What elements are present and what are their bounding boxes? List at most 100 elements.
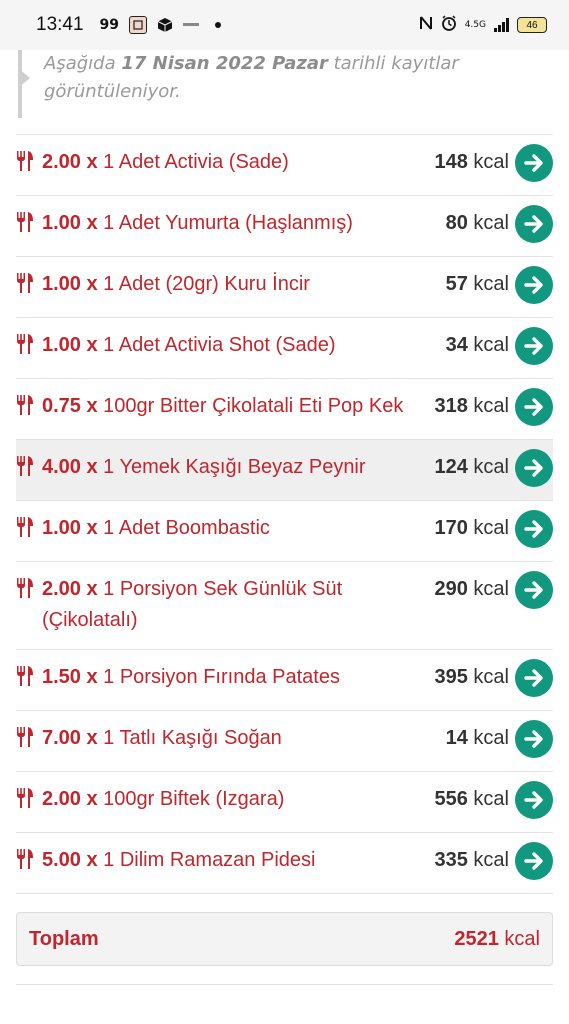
food-entry-row[interactable]: 1.00 x 1 Adet Yumurta (Haşlanmış) 80 kca… [16,196,553,257]
fork-knife-icon [16,513,42,542]
battery-icon: 46 [517,17,547,33]
arrow-right-icon[interactable] [515,205,553,243]
kcal-unit: kcal [467,578,509,600]
battery-level: 46 [526,19,538,31]
arrow-right-icon[interactable] [515,449,553,487]
food-kcal: 57 kcal [446,269,515,300]
food-entry-list: 2.00 x 1 Adet Activia (Sade) 148 kcal 1.… [16,134,553,894]
fork-knife-icon [16,452,42,481]
kcal-number: 335 [434,849,468,871]
kcal-number: 148 [434,151,468,173]
food-name: 1 Adet Yumurta (Haşlanmış) [97,212,353,234]
food-name: 100gr Biftek (Izgara) [97,788,285,810]
food-kcal: 124 kcal [435,452,516,483]
food-description: 7.00 x 1 Tatlı Kaşığı Soğan [42,723,446,754]
arrow-right-icon[interactable] [515,388,553,426]
status-bar: 13:41 99 4.5G 46 [0,0,569,50]
kcal-number: 290 [434,578,468,600]
kcal-unit: kcal [467,334,509,356]
food-entry-row[interactable]: 1.00 x 1 Adet Activia Shot (Sade) 34 kca… [16,318,553,379]
food-description: 2.00 x 100gr Biftek (Izgara) [42,784,435,815]
food-kcal: 290 kcal [435,574,516,605]
kcal-unit: kcal [467,517,509,539]
arrow-right-icon[interactable] [515,781,553,819]
kcal-number: 124 [434,456,468,478]
food-kcal: 80 kcal [446,208,515,239]
food-kcal: 395 kcal [435,662,516,693]
food-entry-row[interactable]: 2.00 x 1 Porsiyon Sek Günlük Süt (Çikola… [16,562,553,650]
fork-knife-icon [16,784,42,813]
food-entry-row[interactable]: 0.75 x 100gr Bitter Çikolatali Eti Pop K… [16,379,553,440]
fork-knife-icon [16,147,42,176]
food-entry-row[interactable]: 1.50 x 1 Porsiyon Fırında Patates 395 kc… [16,650,553,711]
food-description: 2.00 x 1 Porsiyon Sek Günlük Süt (Çikola… [42,574,435,636]
nfc-icon [419,15,433,35]
kcal-number: 318 [434,395,468,417]
food-entry-row[interactable]: 5.00 x 1 Dilim Ramazan Pidesi 335 kcal [16,833,553,894]
kcal-unit: kcal [467,788,509,810]
food-entry-row[interactable]: 1.00 x 1 Adet (20gr) Kuru İncir 57 kcal [16,257,553,318]
food-quantity: 5.00 x [42,849,98,871]
kcal-unit: kcal [467,727,509,749]
fork-knife-icon [16,269,42,298]
total-row: Toplam 2521 kcal [16,912,553,966]
network-type-label: 4.5G [464,20,486,30]
arrow-right-icon[interactable] [515,327,553,365]
cube-icon [157,17,173,33]
notice-date: 17 Nisan 2022 Pazar [121,53,328,74]
kcal-number: 14 [445,727,468,749]
date-notice: Aşağıda 17 Nisan 2022 Pazar tarihli kayı… [18,50,553,118]
arrow-right-icon[interactable] [515,266,553,304]
food-kcal: 556 kcal [435,784,516,815]
app-99-icon: 99 [99,17,120,33]
fork-knife-icon [16,330,42,359]
food-name: 1 Yemek Kaşığı Beyaz Peynir [97,456,366,478]
alarm-icon [441,15,457,35]
arrow-right-icon[interactable] [515,659,553,697]
food-kcal: 148 kcal [435,147,516,178]
kcal-number: 556 [434,788,468,810]
fork-knife-icon [16,662,42,691]
food-description: 1.00 x 1 Adet Boombastic [42,513,435,544]
notice-prefix: Aşağıda [44,53,122,74]
fork-knife-icon [16,574,42,603]
arrow-right-icon[interactable] [515,571,553,609]
food-entry-row[interactable]: 7.00 x 1 Tatlı Kaşığı Soğan 14 kcal [16,711,553,772]
food-quantity: 1.50 x [42,666,98,688]
notice-arrow-icon [18,68,30,88]
food-entry-row[interactable]: 2.00 x 100gr Biftek (Izgara) 556 kcal [16,772,553,833]
food-kcal: 170 kcal [435,513,516,544]
food-description: 5.00 x 1 Dilim Ramazan Pidesi [42,845,435,876]
food-description: 0.75 x 100gr Bitter Çikolatali Eti Pop K… [42,391,435,422]
food-entry-row[interactable]: 4.00 x 1 Yemek Kaşığı Beyaz Peynir 124 k… [16,440,553,501]
arrow-right-icon[interactable] [515,144,553,182]
food-kcal: 335 kcal [435,845,516,876]
food-description: 1.00 x 1 Adet (20gr) Kuru İncir [42,269,446,300]
kcal-number: 80 [445,212,468,234]
more-notifications-dot-icon [215,22,222,28]
food-quantity: 2.00 x [42,788,98,810]
kcal-unit: kcal [467,273,509,295]
kcal-unit: kcal [467,395,509,417]
food-name: 1 Adet Boombastic [97,517,270,539]
food-entry-row[interactable]: 2.00 x 1 Adet Activia (Sade) 148 kcal [16,135,553,196]
kcal-number: 395 [434,666,468,688]
food-description: 4.00 x 1 Yemek Kaşığı Beyaz Peynir [42,452,435,483]
food-name: 1 Adet (20gr) Kuru İncir [97,273,310,295]
kcal-unit: kcal [467,849,509,871]
kcal-number: 170 [434,517,468,539]
arrow-right-icon[interactable] [515,510,553,548]
kcal-number: 34 [445,334,468,356]
food-quantity: 1.00 x [42,517,98,539]
kcal-unit: kcal [467,666,509,688]
arrow-right-icon[interactable] [515,842,553,880]
total-kcal-unit: kcal [498,927,540,950]
arrow-right-icon[interactable] [515,720,553,758]
kcal-unit: kcal [467,151,509,173]
food-entry-row[interactable]: 1.00 x 1 Adet Boombastic 170 kcal [16,501,553,562]
status-time: 13:41 [36,14,84,35]
total-label: Toplam [29,927,99,950]
food-kcal: 34 kcal [446,330,515,361]
food-quantity: 1.00 x [42,334,98,356]
fork-knife-icon [16,391,42,420]
